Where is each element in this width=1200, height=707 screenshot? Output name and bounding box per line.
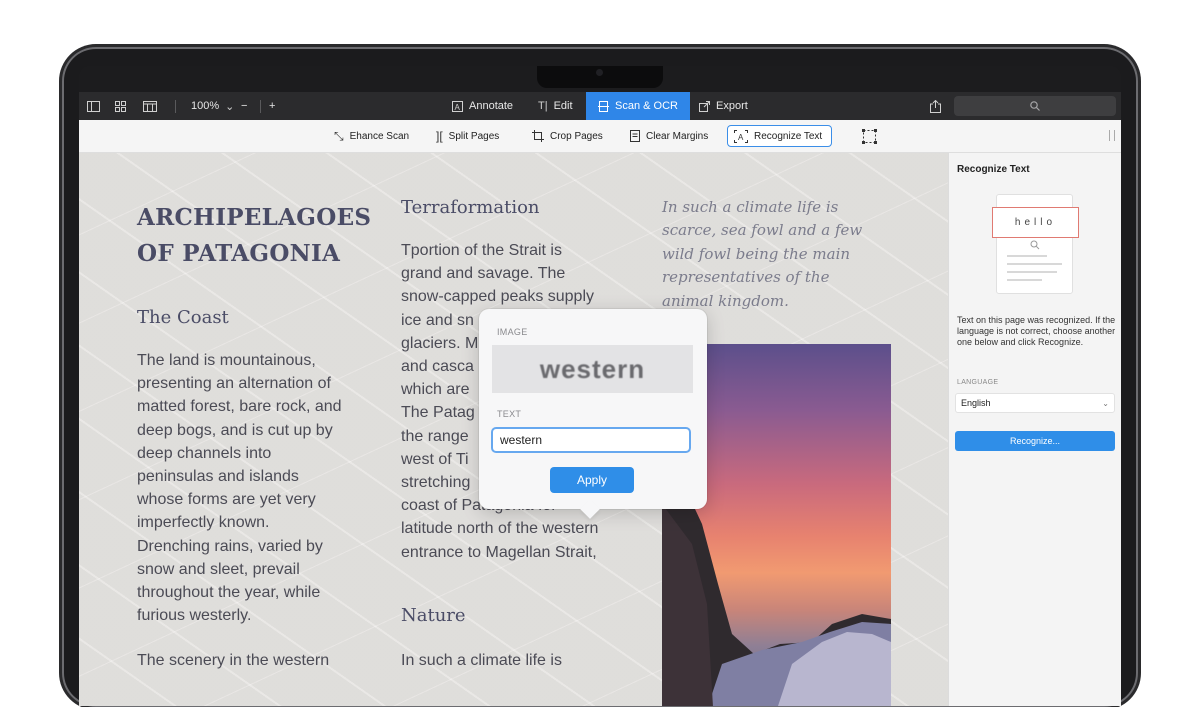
search-icon (1030, 101, 1040, 111)
annotate-icon: A (452, 100, 463, 112)
page-layout-button[interactable] (143, 92, 157, 120)
zoom-out-icon: − (241, 100, 248, 112)
paragraph-coast-continued: The scenery in the western (137, 652, 330, 669)
language-value: English (961, 398, 991, 408)
page-layout-icon (143, 100, 157, 112)
section-heading-nature: Nature (401, 605, 466, 626)
recognize-text-panel: Recognize Text hello Text on this page w… (948, 153, 1121, 706)
grid-view-button[interactable] (115, 92, 126, 120)
svg-text:A: A (738, 133, 744, 142)
language-select[interactable]: English ⌄ (955, 393, 1115, 413)
app-window: 100% ⌄ − + A Annotate T| Edit Scan & OCR… (79, 66, 1121, 706)
tab-label: Export (716, 100, 748, 112)
crop-pages-button[interactable]: Crop Pages (526, 125, 609, 147)
panel-title: Recognize Text (957, 164, 1030, 175)
button-label: Crop Pages (550, 130, 603, 142)
panel-description: Text on this page was recognized. If the… (957, 315, 1116, 347)
recognize-text-button[interactable]: A Recognize Text (727, 125, 832, 147)
zoom-select[interactable]: 100% ⌄ (191, 92, 234, 120)
tab-annotate[interactable]: A Annotate (452, 92, 513, 120)
chevron-down-icon: ⌄ (1102, 398, 1109, 408)
export-icon (699, 100, 710, 112)
apply-button[interactable]: Apply (550, 467, 634, 493)
panel-resize-handle[interactable] (1109, 130, 1115, 141)
zoom-out-button[interactable]: − (241, 92, 247, 120)
tab-export[interactable]: Export (699, 92, 748, 120)
wand-icon: ⤡ (334, 128, 344, 143)
button-label: Recognize Text (754, 130, 823, 142)
split-icon: ][ (436, 129, 443, 143)
recognize-button[interactable]: Recognize... (955, 431, 1115, 451)
button-label: Clear Margins (646, 130, 709, 142)
grid-icon (115, 100, 126, 112)
recognized-text-input[interactable] (491, 427, 691, 453)
pull-quote: In such a climate life is scarce, sea fo… (662, 198, 863, 310)
tab-label: Annotate (469, 100, 514, 112)
section-heading-coast: The Coast (137, 307, 229, 328)
page-icon (630, 130, 640, 142)
clear-margins-button[interactable]: Clear Margins (624, 125, 714, 147)
share-button[interactable] (930, 92, 941, 120)
section-heading-terraformation: Terraformation (401, 197, 540, 218)
word-image-preview: western (492, 345, 693, 393)
share-icon (930, 99, 941, 113)
language-label: LANGUAGE (957, 379, 999, 386)
sidebar-icon (87, 100, 100, 112)
split-pages-button[interactable]: ][ Split Pages (430, 125, 505, 147)
paragraph-coast: The land is mountainous, presenting an a… (137, 352, 342, 625)
select-area-button[interactable] (856, 125, 883, 147)
zoom-in-icon: + (269, 100, 276, 112)
scan-ocr-toolbar: ⤡ Ehance Scan ][ Split Pages Crop Pages … (79, 120, 1121, 153)
selection-frame-icon (862, 128, 877, 144)
document-page: ARCHIPELAGOES OF PATAGONIA The Coast The… (79, 153, 948, 706)
text-recognition-icon: A (734, 129, 748, 143)
zoom-in-button[interactable]: + (269, 92, 275, 120)
text-line-decoration (1007, 255, 1047, 257)
button-label: Split Pages (448, 130, 500, 142)
text-line-decoration (1007, 271, 1057, 273)
chevron-down-icon: ⌄ (225, 100, 235, 113)
image-label: IMAGE (497, 327, 528, 337)
ocr-correction-popover: IMAGE western TEXT Apply (479, 309, 707, 509)
search-field[interactable] (954, 96, 1116, 116)
camera-notch (537, 66, 663, 88)
text-cursor-icon: T| (538, 100, 548, 112)
recognized-word-sample: hello (992, 207, 1079, 238)
button-label: Ehance Scan (349, 130, 410, 142)
magnifier-icon (1030, 240, 1040, 250)
tab-scan-ocr[interactable]: Scan & OCR (586, 92, 690, 120)
main-toolbar: 100% ⌄ − + A Annotate T| Edit Scan & OCR… (79, 92, 1121, 120)
enhance-scan-button[interactable]: ⤡ Ehance Scan (328, 125, 415, 147)
word-image-text: western (539, 353, 646, 384)
paragraph-nature: In such a climate life is (401, 652, 562, 669)
crop-icon (532, 130, 544, 142)
zoom-level: 100% (191, 100, 220, 112)
text-label: TEXT (497, 409, 522, 419)
tab-label: Edit (553, 100, 573, 112)
document-title: ARCHIPELAGOES OF PATAGONIA (137, 204, 372, 267)
scanner-icon (598, 100, 609, 112)
sidebar-toggle-button[interactable] (87, 92, 100, 120)
toolbar-divider (260, 100, 261, 113)
text-line-decoration (1007, 263, 1062, 265)
toolbar-divider (175, 100, 176, 113)
tab-label: Scan & OCR (615, 100, 678, 112)
svg-text:A: A (455, 103, 461, 112)
tab-edit[interactable]: T| Edit (538, 92, 573, 120)
text-line-decoration (1007, 279, 1042, 281)
camera-icon (596, 69, 603, 76)
